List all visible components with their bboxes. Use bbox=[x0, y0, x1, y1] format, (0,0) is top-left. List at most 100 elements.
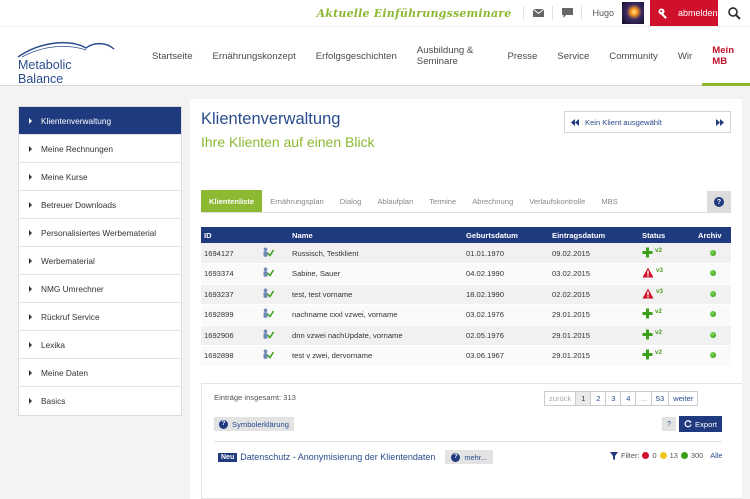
cell-archive[interactable] bbox=[695, 284, 731, 305]
export-help-button[interactable]: ? bbox=[662, 417, 676, 431]
tab-dialog[interactable]: Dialog bbox=[332, 190, 370, 212]
column-header-entrydate[interactable]: Eintragsdatum bbox=[549, 227, 639, 243]
table-row[interactable]: 1692899 nachname cxxl vzwei, vorname 03.02… bbox=[201, 304, 731, 326]
logo[interactable]: Metabolic Balance bbox=[16, 35, 120, 86]
sidebar-item-meine-kurse[interactable]: Meine Kurse bbox=[19, 163, 181, 191]
nav-presse[interactable]: Presse bbox=[497, 27, 547, 85]
sidebar-item-basics[interactable]: Basics bbox=[19, 387, 181, 415]
sidebar-item-meine-rechnungen[interactable]: Meine Rechnungen bbox=[19, 135, 181, 163]
sidebar-item-betreuer-downloads[interactable]: Betreuer Downloads bbox=[19, 191, 181, 219]
filter-red-dot[interactable] bbox=[642, 452, 650, 459]
cell-name[interactable]: test, test vorname bbox=[289, 284, 463, 305]
column-header-name[interactable]: Name bbox=[289, 227, 463, 243]
sidebar-item-lexika[interactable]: Lexika bbox=[19, 331, 181, 359]
archive-status-dot[interactable] bbox=[710, 311, 716, 318]
pager-item[interactable]: weiter bbox=[668, 391, 699, 406]
client-selector[interactable]: Kein Klient ausgewählt bbox=[564, 111, 731, 133]
symbol-legend-button[interactable]: ? Symbolerklärung bbox=[214, 417, 294, 431]
nav-ernaehrungskonzept[interactable]: Ernährungskonzept bbox=[203, 27, 306, 85]
tab-mbs[interactable]: MBS bbox=[593, 190, 625, 212]
cell-archive[interactable] bbox=[695, 263, 731, 285]
logout-button[interactable]: abmelden bbox=[650, 0, 718, 26]
tab-ablaufplan[interactable]: Ablaufplan bbox=[369, 190, 421, 212]
pager-item[interactable]: 1 bbox=[575, 391, 592, 406]
tab-abrechnung[interactable]: Abrechnung bbox=[464, 190, 521, 212]
archive-status-dot[interactable] bbox=[710, 270, 716, 277]
nav-ausbildung-seminare[interactable]: Ausbildung & Seminare bbox=[407, 27, 498, 85]
avatar[interactable] bbox=[622, 2, 644, 24]
help-button[interactable]: ? bbox=[707, 191, 731, 213]
alert-red-icon[interactable] bbox=[642, 267, 654, 280]
nav-wir[interactable]: Wir bbox=[668, 27, 702, 85]
cell-name[interactable]: Russisch, Testklient bbox=[289, 243, 463, 264]
tab-ernaehrungsplan[interactable]: Ernährungsplan bbox=[262, 190, 332, 212]
table-row[interactable]: 1694127 Russisch, Testklient 01.01.1970 09.… bbox=[201, 243, 731, 264]
add-green-icon[interactable] bbox=[642, 308, 653, 321]
mail-icon[interactable] bbox=[524, 3, 552, 23]
filter-green-dot[interactable] bbox=[680, 452, 688, 459]
column-header-archive[interactable]: Archiv bbox=[695, 227, 731, 243]
news-title-link[interactable]: Datenschutz - Anonymisierung der Kliente… bbox=[240, 452, 435, 462]
pager-item[interactable]: 53 bbox=[650, 391, 670, 406]
nav-mein-mb[interactable]: Mein MB bbox=[702, 27, 750, 86]
tab-verlaufskontrolle[interactable]: Verlaufskontrolle bbox=[521, 190, 593, 212]
pager-item[interactable]: 4 bbox=[620, 391, 637, 406]
sidebar-item-nmg-umrechner[interactable]: NMG Umrechner bbox=[19, 275, 181, 303]
table-row[interactable]: 1692898 test v zwei, dervorname 03.06.1967… bbox=[201, 345, 731, 367]
sidebar-item-klientenverwaltung[interactable]: Klientenverwaltung bbox=[19, 107, 181, 135]
more-button[interactable]: ? mehr... bbox=[445, 450, 493, 464]
sidebar-item-rueckruf-service[interactable]: Rückruf Service bbox=[19, 303, 181, 331]
table-row[interactable]: 1692906 dnn vzwei nachUpdate, vorname 02.0… bbox=[201, 325, 731, 346]
cell-name[interactable]: dnn vzwei nachUpdate, vorname bbox=[289, 325, 463, 346]
sidebar-item-meine-daten[interactable]: Meine Daten bbox=[19, 359, 181, 387]
cell-status[interactable]: v2 bbox=[639, 345, 695, 367]
export-button[interactable]: Export bbox=[679, 416, 722, 432]
cell-status[interactable]: v3 bbox=[639, 263, 695, 285]
cell-status[interactable]: v2 bbox=[639, 243, 695, 264]
filter-red-count[interactable]: 0 bbox=[652, 451, 656, 460]
cell-name[interactable]: nachname cxxl vzwei, vorname bbox=[289, 304, 463, 326]
filter-green-count[interactable]: 300 bbox=[691, 451, 703, 460]
sidebar-item-werbematerial[interactable]: Werbematerial bbox=[19, 247, 181, 275]
seminar-tagline-link[interactable]: Aktuelle Einführungsseminare bbox=[317, 7, 512, 20]
table-row[interactable]: 1693237 test, test vorname 18.02.1990 02.02… bbox=[201, 284, 731, 305]
cell-archive[interactable] bbox=[695, 345, 731, 367]
tab-klientenliste[interactable]: Klientenliste bbox=[201, 190, 263, 212]
filter-yellow-count[interactable]: 13 bbox=[670, 451, 678, 460]
add-green-icon[interactable] bbox=[642, 329, 653, 342]
pager-item[interactable]: 2 bbox=[590, 391, 607, 406]
nav-startseite[interactable]: Startseite bbox=[142, 27, 203, 85]
cell-archive[interactable] bbox=[695, 325, 731, 346]
search-button[interactable] bbox=[718, 0, 750, 26]
archive-status-dot[interactable] bbox=[710, 249, 716, 256]
nav-erfolgsgeschichten[interactable]: Erfolgsgeschichten bbox=[306, 27, 407, 85]
cell-archive[interactable] bbox=[695, 304, 731, 326]
archive-status-dot[interactable] bbox=[710, 331, 716, 338]
double-chevron-left-icon[interactable] bbox=[571, 118, 579, 126]
sidebar-item-personalisiertes-werbematerial[interactable]: Personalisiertes Werbematerial bbox=[19, 219, 181, 247]
column-header-id[interactable]: ID bbox=[201, 227, 259, 243]
nav-service[interactable]: Service bbox=[547, 27, 599, 85]
cell-status[interactable]: v2 bbox=[639, 325, 695, 346]
tab-termine[interactable]: Termine bbox=[421, 190, 464, 212]
cell-name[interactable]: Sabine, Sauer bbox=[289, 263, 463, 285]
double-chevron-right-icon[interactable] bbox=[716, 118, 724, 126]
pager-item[interactable]: 3 bbox=[605, 391, 622, 406]
column-header-birthdate[interactable]: Geburtsdatum bbox=[463, 227, 549, 243]
filter-yellow-dot[interactable] bbox=[659, 452, 667, 459]
archive-status-dot[interactable] bbox=[710, 352, 716, 359]
cell-status[interactable]: v2 bbox=[639, 304, 695, 326]
table-row[interactable]: 1693374 Sabine, Sauer 04.02.1990 03.02.2015… bbox=[201, 263, 731, 285]
alert-red-icon[interactable] bbox=[642, 288, 654, 301]
add-green-icon[interactable] bbox=[642, 247, 653, 260]
chat-icon[interactable] bbox=[553, 3, 581, 23]
filter-all-link[interactable]: Alle bbox=[710, 451, 722, 460]
cell-archive[interactable] bbox=[695, 243, 731, 264]
column-header-status[interactable]: Status bbox=[639, 227, 695, 243]
nav-community[interactable]: Community bbox=[599, 27, 668, 85]
add-green-icon[interactable] bbox=[642, 349, 653, 362]
archive-status-dot[interactable] bbox=[710, 290, 716, 297]
user-name[interactable]: Hugo bbox=[582, 8, 622, 18]
cell-status[interactable]: v3 bbox=[639, 284, 695, 305]
cell-name[interactable]: test v zwei, dervorname bbox=[289, 345, 463, 367]
